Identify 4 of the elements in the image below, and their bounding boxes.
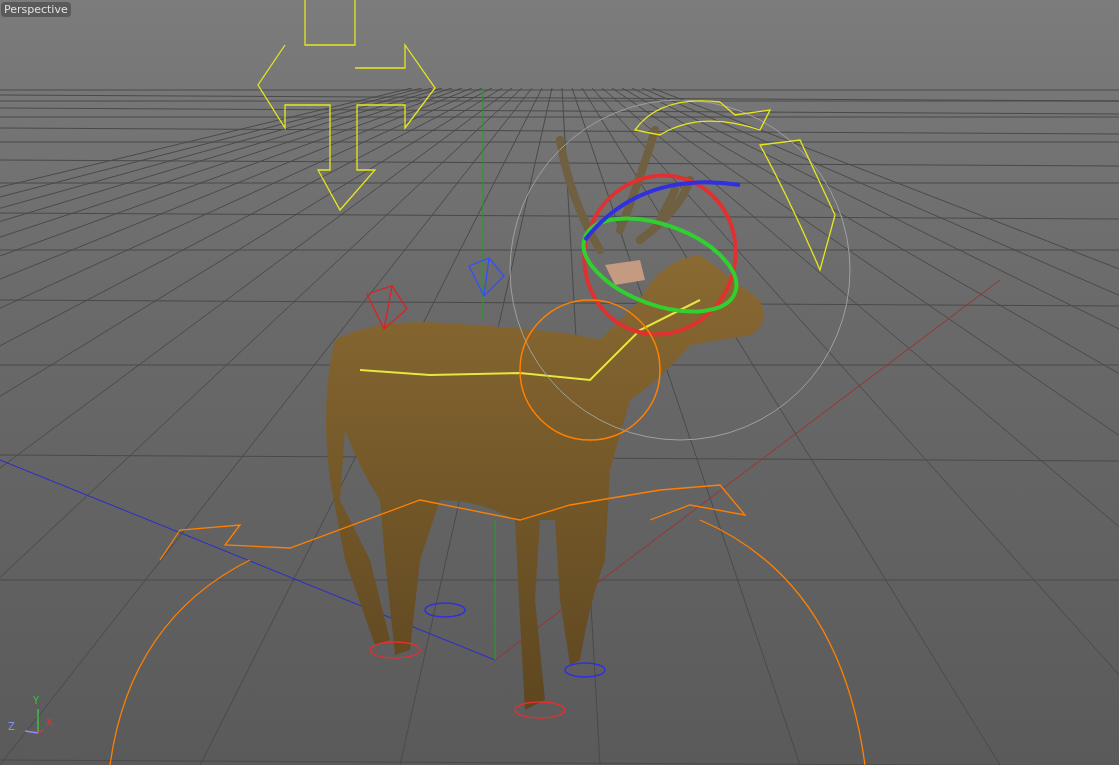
viewport-label: Perspective — [1, 2, 71, 17]
axis-label: Y — [33, 695, 40, 706]
axis-label: Z — [8, 721, 15, 732]
axis-label: X — [46, 717, 53, 728]
